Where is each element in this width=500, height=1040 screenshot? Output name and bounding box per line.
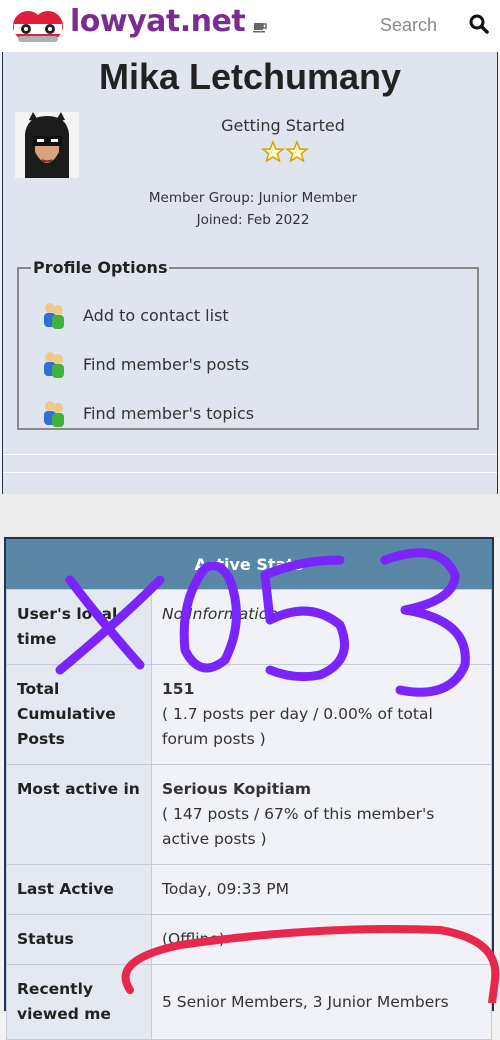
add-contact-label: Add to contact list [83,305,229,325]
site-name[interactable]: lowyat.net [70,4,246,39]
rank-stars-icon [261,140,309,163]
table-row: User's local time No Information [6,589,492,665]
last-active-key: Last Active [6,864,152,915]
search-button[interactable] [466,12,492,38]
most-active-detail: ( 147 posts / 67% of this member's activ… [162,805,435,848]
member-group: Member Group: Junior Member [148,190,358,206]
top-bar: lowyat.net [0,0,500,52]
profile-options: Profile Options Add to contact list Find… [17,258,479,430]
local-time-text: No Information [162,605,279,623]
last-active-value: Today, 09:33 PM [151,864,492,915]
active-stats-header: Active Stats [6,539,492,589]
find-topics-label: Find member's topics [83,403,255,423]
recently-viewed-value: 5 Senior Members, 3 Junior Members [151,964,492,1040]
most-active-key: Most active in [6,764,152,865]
profile-options-title: Profile Options [33,258,168,277]
find-posts-link[interactable]: Find member's posts [41,348,249,380]
find-topics-link[interactable]: Find member's topics [41,397,254,429]
active-stats-panel: Active Stats User's local time No Inform… [4,537,494,1040]
add-contact-link[interactable]: Add to contact list [41,299,229,331]
avatar [15,112,79,178]
posts-count: 151 [162,680,195,698]
table-row: Recently viewed me 5 Senior Members, 3 J… [6,964,492,1040]
find-posts-label: Find member's posts [83,354,250,374]
status-key: Status [6,914,152,965]
members-icon [44,303,64,329]
rank-title: Getting Started [221,116,345,135]
table-row: Last Active Today, 09:33 PM [6,864,492,915]
stats-table: User's local time No Information Total C… [6,589,492,1040]
profile-card: Mika Letchumany Getting Started Member G… [2,52,498,495]
table-row: Status (Offline) [6,914,492,965]
background-pattern [0,494,500,537]
posts-detail: ( 1.7 posts per day / 0.00% of total for… [162,705,433,748]
local-time-key: User's local time [6,589,152,665]
members-icon [44,352,64,378]
search-input[interactable] [370,10,480,40]
divider [3,454,497,455]
most-active-value: Serious Kopitiam ( 147 posts / 67% of th… [151,764,492,865]
status-value: (Offline) [151,914,492,965]
members-icon [44,401,64,427]
posts-value: 151 ( 1.7 posts per day / 0.00% of total… [151,664,492,765]
recently-viewed-key: Recently viewed me [6,964,152,1040]
search-icon [469,14,489,34]
most-active-forum-link[interactable]: Serious Kopitiam [162,777,481,802]
logo-icon[interactable] [8,6,70,46]
coffee-icon[interactable] [252,18,268,34]
local-time-value: No Information [151,589,492,665]
posts-key: Total Cumulative Posts [6,664,152,765]
table-row: Most active in Serious Kopitiam ( 147 po… [6,764,492,865]
divider [3,472,497,473]
member-name: Mika Letchumany [98,56,402,97]
table-row: Total Cumulative Posts 151 ( 1.7 posts p… [6,664,492,765]
joined-date: Joined: Feb 2022 [196,212,310,228]
